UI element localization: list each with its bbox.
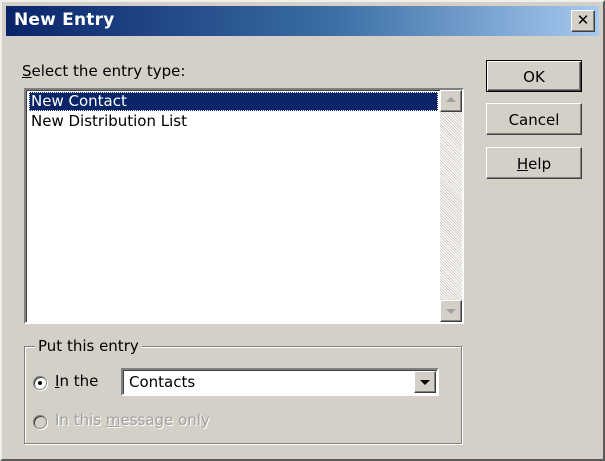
put-entry-legend: Put this entry — [35, 337, 142, 355]
close-button[interactable]: ✕ — [571, 10, 595, 32]
put-entry-group: Put this entry In the Contacts In this m… — [24, 337, 462, 444]
scroll-up-button[interactable] — [440, 90, 462, 112]
help-label: elp — [528, 155, 552, 173]
list-item-new-distribution-list[interactable]: New Distribution List — [29, 112, 189, 131]
new-entry-dialog: New Entry ✕ Select the entry type: New C… — [0, 0, 605, 461]
entry-type-label: Select the entry type: — [22, 62, 185, 80]
message-only-post: essage only — [120, 411, 210, 429]
message-only-pre: In this — [55, 411, 106, 429]
folder-dropdown-button[interactable] — [414, 371, 436, 393]
listbox-scrollbar[interactable] — [440, 90, 462, 322]
entry-type-label-mnemonic: S — [22, 62, 32, 80]
arrow-down-icon — [446, 309, 456, 314]
ok-button[interactable]: OK — [486, 60, 582, 92]
arrow-up-icon — [446, 97, 456, 102]
radio-message-only[interactable] — [33, 415, 47, 429]
window-title: New Entry — [14, 10, 115, 30]
radio-in-the-label[interactable]: In the — [55, 372, 98, 390]
message-only-mnemonic: m — [105, 411, 121, 429]
scroll-down-button[interactable] — [440, 300, 462, 322]
cancel-button[interactable]: Cancel — [486, 103, 582, 135]
entry-type-label-text: elect the entry type: — [31, 62, 186, 80]
in-the-text: n the — [59, 372, 99, 390]
close-icon: ✕ — [576, 11, 590, 29]
chevron-down-icon — [420, 380, 430, 385]
radio-message-only-label[interactable]: In this message only — [55, 411, 210, 429]
folder-combobox[interactable]: Contacts — [121, 368, 439, 396]
title-bar[interactable]: New Entry ✕ — [6, 6, 599, 36]
radio-in-the[interactable] — [33, 376, 47, 390]
help-button[interactable]: Help — [486, 147, 582, 179]
list-item-new-contact[interactable]: New Contact — [29, 92, 438, 111]
help-mnemonic: H — [516, 155, 529, 173]
folder-value: Contacts — [129, 373, 196, 391]
entry-type-listbox[interactable]: New Contact New Distribution List — [24, 88, 464, 324]
